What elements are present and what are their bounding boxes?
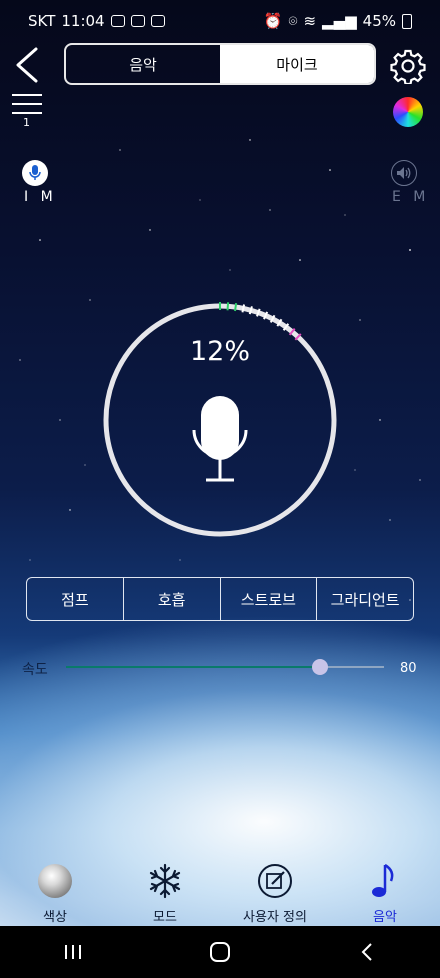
effect-strobe-button[interactable]: 스트로브	[221, 578, 318, 620]
speed-slider-thumb[interactable]	[312, 659, 329, 675]
effect-breath-button[interactable]: 호흡	[124, 578, 221, 620]
wifi-icon: ≋	[303, 12, 317, 30]
internal-mic-label: I M	[24, 189, 57, 205]
nav-color[interactable]: 색상	[0, 862, 110, 925]
effect-buttons: 점프 호흡 스트로브 그라디언트	[26, 577, 414, 621]
external-mic-button[interactable]	[391, 160, 417, 186]
menu-count: 1	[23, 116, 30, 129]
color-disk-icon	[38, 864, 72, 898]
tab-mic[interactable]: 마이크	[220, 45, 374, 83]
snowflake-icon	[149, 863, 181, 899]
nav-custom[interactable]: 사용자 정의	[220, 862, 330, 925]
speed-slider[interactable]	[66, 659, 384, 675]
source-tabs: 음악 마이크	[64, 43, 376, 85]
chat-notification-icon	[110, 15, 125, 27]
battery-icon	[402, 13, 412, 29]
card-notification-icon	[150, 15, 165, 27]
nav-music-label: 음악	[373, 910, 397, 925]
nav-music[interactable]: 음악	[330, 862, 440, 925]
speed-value: 80	[400, 661, 417, 676]
image-notification-icon	[130, 15, 145, 27]
back-chevron-icon[interactable]	[12, 45, 46, 85]
location-icon: ⌾	[288, 12, 298, 30]
gauge-tick	[241, 304, 246, 313]
status-bar: SKT 11:04 ⏰ ⌾ ≋ ▂▄▆ 45%	[0, 0, 440, 42]
microphone-icon	[192, 396, 248, 482]
effect-gradient-button[interactable]: 그라디언트	[317, 578, 413, 620]
alarm-icon: ⏰	[263, 12, 283, 30]
home-icon	[209, 942, 230, 962]
carrier: SKT	[28, 12, 56, 30]
tab-music[interactable]: 음악	[66, 45, 220, 83]
system-back-button[interactable]	[347, 932, 387, 972]
nav-custom-label: 사용자 정의	[243, 910, 307, 925]
speed-label: 속도	[22, 662, 48, 678]
gauge-tick	[234, 302, 238, 312]
status-right: ⏰ ⌾ ≋ ▂▄▆ 45%	[264, 12, 412, 30]
nav-mode-label: 모드	[153, 910, 177, 925]
effect-jump-button[interactable]: 점프	[27, 578, 124, 620]
recent-apps-button[interactable]	[53, 932, 93, 972]
microphone-icon	[29, 165, 41, 180]
internal-mic-button[interactable]	[22, 160, 48, 186]
speaker-icon	[397, 167, 411, 179]
nav-color-label: 색상	[43, 910, 67, 925]
bottom-nav: 색상 모드 사용자 정의 음악	[0, 862, 440, 926]
status-left: SKT 11:04	[28, 12, 165, 30]
clock: 11:04	[61, 12, 105, 30]
system-nav-bar	[0, 926, 440, 978]
external-mic-label: E M	[392, 189, 430, 205]
system-back-icon	[361, 943, 372, 961]
speed-slider-fill	[66, 666, 321, 668]
level-percent: 12%	[189, 336, 250, 367]
music-note-icon	[372, 863, 394, 897]
battery-percent: 45%	[362, 12, 396, 30]
signal-icon: ▂▄▆	[322, 12, 357, 30]
recent-apps-icon	[65, 945, 82, 959]
color-wheel-icon[interactable]	[393, 97, 423, 127]
gauge-tick	[226, 302, 230, 311]
edit-icon	[258, 864, 292, 898]
home-button[interactable]	[200, 932, 240, 972]
gear-icon[interactable]	[390, 48, 426, 84]
nav-mode[interactable]: 모드	[110, 862, 220, 925]
